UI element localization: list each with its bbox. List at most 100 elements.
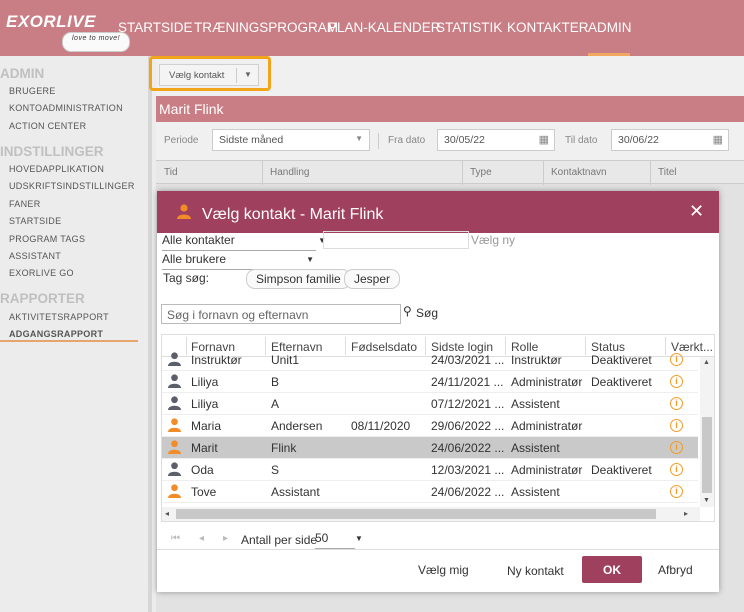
scroll-down-icon[interactable]: ▼ (703, 497, 710, 504)
prev-page-icon[interactable]: ◂ (199, 533, 204, 544)
info-icon[interactable]: i (670, 353, 683, 366)
info-icon[interactable]: i (670, 441, 683, 454)
sidebar-item-exorlive-go[interactable]: EXORLIVE GO (9, 268, 74, 278)
table-cell: 07/12/2021 ... (431, 397, 505, 411)
table-row[interactable]: Maria Andersen 08/11/2020 29/06/2022 ... Adm… (162, 415, 698, 437)
table-cell: Marit (191, 441, 218, 455)
report-grid-header: Tid Handling Type Kontaktnavn Titel (156, 160, 744, 185)
nav-admin[interactable]: ADMIN (588, 20, 632, 35)
scroll-right-icon[interactable]: ▸ (684, 509, 688, 518)
table-cell: Deaktiveret (591, 353, 652, 367)
info-icon[interactable]: i (670, 397, 683, 410)
sidebar-section-rapporter: RAPPORTER (0, 291, 85, 306)
table-cell: Unit1 (271, 353, 300, 367)
calendar-icon[interactable]: ▦ (713, 133, 723, 146)
table-row[interactable]: Liliya B 24/11/2021 ... Administratør Deakti… (162, 371, 698, 393)
info-icon[interactable]: i (670, 375, 683, 388)
chevron-down-icon: ▼ (355, 534, 363, 543)
sidebar-item-hovedapplikation[interactable]: HOVEDAPPLIKATION (9, 164, 104, 174)
horizontal-scrollbar[interactable]: ◂ ▸ (162, 507, 700, 521)
first-page-icon[interactable]: ⏮ (171, 533, 180, 544)
sidebar-item-aktivitetsrapport[interactable]: AKTIVITETSRAPPORT (9, 312, 109, 322)
scroll-left-icon[interactable]: ◂ (165, 509, 169, 518)
per-page-select[interactable]: 50 ▼ (315, 531, 363, 549)
table-cell: Assistent (511, 441, 560, 455)
to-date-input[interactable]: 30/06/22 ▦ (611, 129, 729, 151)
nav-plan-kalender[interactable]: PLAN-KALENDER (328, 20, 441, 35)
col-titel[interactable]: Titel (658, 167, 677, 178)
search-button[interactable]: Søg (416, 306, 438, 320)
new-contact-button[interactable]: Ny kontakt (507, 564, 564, 578)
sidebar-item-brugere[interactable]: BRUGERE (9, 86, 56, 96)
table-row[interactable]: Liliya A 07/12/2021 ... Assistent i (162, 393, 698, 415)
divider (543, 161, 544, 185)
dialog-title: Vælg kontakt - Marit Flink (202, 206, 384, 223)
to-date-label: Til dato (565, 135, 598, 146)
col-type[interactable]: Type (470, 167, 492, 178)
table-cell: 24/03/2021 ... (431, 353, 505, 367)
nav-kontakter[interactable]: KONTAKTER (507, 20, 589, 35)
choose-new-placeholder: Vælg ny (471, 233, 516, 247)
sidebar-item-startside[interactable]: STARTSIDE (9, 216, 61, 226)
user-icon (168, 462, 181, 476)
chevron-down-icon: ▼ (306, 255, 314, 264)
table-cell: Oda (191, 463, 214, 477)
sidebar-item-program-tags[interactable]: PROGRAM TAGS (9, 234, 85, 244)
users-filter-select[interactable]: Alle brukere ▼ (162, 252, 314, 270)
table-row[interactable]: Marit Flink 24/06/2022 ... Assistent i (162, 437, 698, 459)
table-row[interactable]: Oda S 12/03/2021 ... Administratør Deaktiver… (162, 459, 698, 481)
table-cell: Instruktør (511, 353, 562, 367)
table-cell: 24/06/2022 ... (431, 485, 505, 499)
user-icon (168, 484, 181, 498)
info-icon[interactable]: i (670, 463, 683, 476)
sidebar-item-faner[interactable]: FANER (9, 199, 41, 209)
search-icon[interactable]: ⚲ (403, 304, 412, 318)
col-handling[interactable]: Handling (270, 167, 309, 178)
table-row[interactable]: Tove Assistant 24/06/2022 ... Assistent i (162, 481, 698, 503)
sidebar-section-indstillinger: INDSTILLINGER (0, 144, 104, 159)
nav-traeningsprogram[interactable]: TRÆNINGSPROGRAM (194, 20, 338, 35)
table-cell: Administratør (511, 463, 583, 477)
next-page-icon[interactable]: ▸ (223, 533, 228, 544)
scrollbar-thumb[interactable] (702, 417, 712, 493)
from-date-input[interactable]: 30/05/22 ▦ (437, 129, 555, 151)
new-contact-input[interactable] (323, 231, 469, 249)
table-cell: A (271, 397, 280, 411)
nav-startside[interactable]: STARTSIDE (118, 20, 193, 35)
user-icon (168, 374, 181, 388)
sidebar-item-action-center[interactable]: ACTION CENTER (9, 121, 86, 131)
info-icon[interactable]: i (670, 485, 683, 498)
table-cell: 29/06/2022 ... (431, 419, 505, 433)
vertical-scrollbar[interactable]: ▲ ▼ (700, 357, 714, 507)
table-row[interactable]: Instruktør Unit1 24/03/2021 ... Instruktør D… (162, 349, 698, 371)
choose-me-button[interactable]: Vælg mig (418, 563, 469, 577)
table-cell: Assistant (271, 485, 320, 499)
table-cell: 12/03/2021 ... (431, 463, 505, 477)
table-cell: S (271, 463, 280, 477)
contacts-filter-select[interactable]: Alle kontakter ▼ (162, 233, 326, 251)
divider (650, 161, 651, 185)
sidebar-item-adgangsrapport[interactable]: ADGANGSRAPPORT (9, 329, 103, 339)
cancel-button[interactable]: Afbryd (658, 563, 693, 577)
period-select[interactable]: Sidste måned ▼ (212, 129, 370, 151)
close-icon[interactable]: ✕ (689, 201, 704, 222)
scrollbar-thumb[interactable] (176, 509, 656, 519)
calendar-icon[interactable]: ▦ (539, 133, 549, 146)
exorlive-logo[interactable]: EXORLIVE love to move! (6, 12, 131, 52)
ok-button[interactable]: OK (582, 556, 642, 583)
sidebar-item-kontoadministration[interactable]: KONTOADMINISTRATION (9, 103, 123, 113)
sidebar-item-udskriftsindstillinger[interactable]: UDSKRIFTSINDSTILLINGER (9, 181, 135, 191)
sidebar-item-assistant[interactable]: ASSISTANT (9, 251, 61, 261)
tag-simpson-familie[interactable]: Simpson familie (246, 269, 351, 289)
table-cell: Assistent (511, 485, 560, 499)
info-icon[interactable]: i (670, 419, 683, 432)
col-kontaktnavn[interactable]: Kontaktnavn (551, 167, 607, 178)
tag-jesper[interactable]: Jesper (344, 269, 401, 289)
table-cell: 24/06/2022 ... (431, 441, 505, 455)
divider (378, 133, 379, 149)
scroll-up-icon[interactable]: ▲ (703, 359, 710, 366)
col-tid[interactable]: Tid (164, 167, 178, 178)
per-page-label: Antall per side (241, 533, 318, 547)
search-input[interactable]: Søg i fornavn og efternavn (161, 304, 401, 324)
nav-statistik[interactable]: STATISTIK (436, 20, 502, 35)
